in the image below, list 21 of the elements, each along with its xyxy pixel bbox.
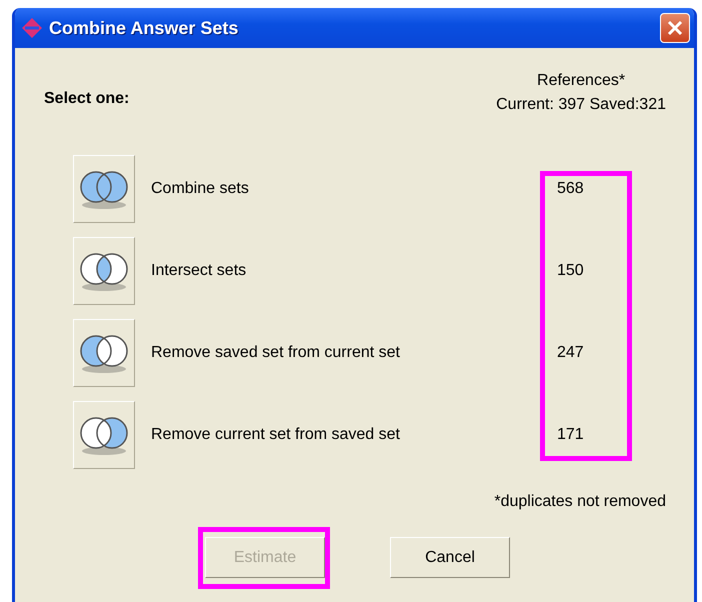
dialog-button[interactable]: Cancel [390, 537, 510, 578]
option-label: Remove saved set from current set [150, 344, 401, 362]
close-icon [666, 19, 684, 37]
references-heading: References* [537, 72, 626, 90]
reference-count: 247 [556, 344, 585, 362]
window-title: Combine Answer Sets [49, 18, 240, 38]
references-totals: Current: 397 Saved:321 [496, 96, 666, 114]
set-operation-button[interactable] [73, 401, 135, 469]
app-logo-icon [21, 17, 43, 39]
reference-count: 150 [556, 262, 585, 280]
option-label: Combine sets [150, 180, 250, 198]
option-label: Intersect sets [150, 262, 248, 280]
set-operation-button[interactable] [73, 237, 135, 305]
footnote: *duplicates not removed [494, 493, 666, 511]
set-operation-button[interactable] [73, 319, 135, 387]
close-button[interactable] [660, 13, 690, 43]
option-label: Remove current set from saved set [150, 426, 401, 444]
set-operation-button[interactable] [73, 155, 135, 223]
reference-count: 171 [556, 426, 585, 444]
reference-count: 568 [556, 180, 585, 198]
prompt-label: Select one: [44, 90, 130, 108]
